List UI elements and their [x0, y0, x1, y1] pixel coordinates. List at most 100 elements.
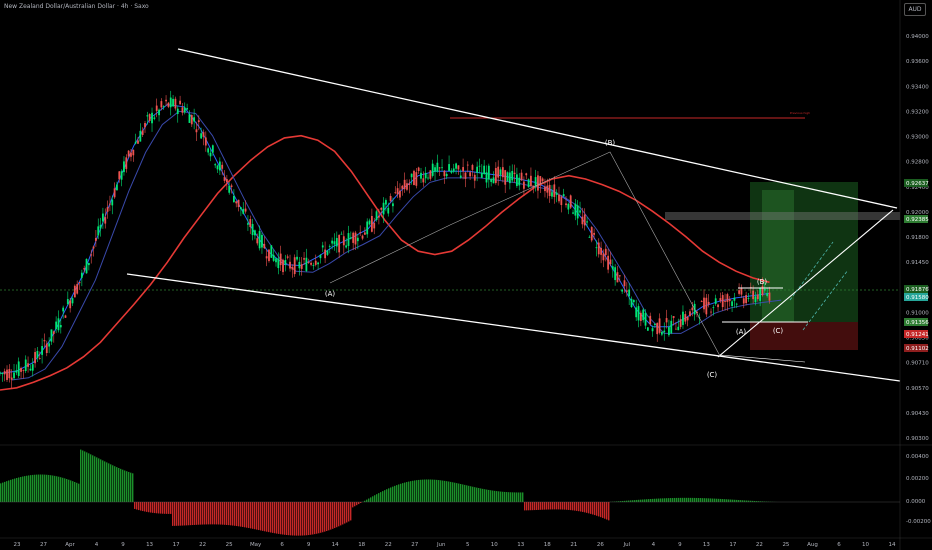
candle-body [50, 329, 53, 342]
oscillator-bar [306, 502, 308, 536]
candle-body [225, 179, 228, 183]
oscillator-bar [92, 455, 94, 502]
candle-body [36, 350, 39, 359]
candle-body [382, 202, 385, 215]
oscillator-bar [460, 483, 462, 502]
candle-body [270, 245, 273, 258]
candle-body [597, 242, 600, 255]
candle-body [99, 224, 102, 229]
oscillator-bar [722, 499, 724, 502]
candle-body [427, 177, 429, 179]
price-tick-label: 0.92000 [906, 210, 929, 216]
price-tick-label: 0.93600 [906, 59, 929, 65]
candle-body [406, 183, 408, 190]
oscillator-bar [432, 479, 434, 502]
oscillator-bar [662, 498, 664, 502]
oscillator-bar [736, 499, 738, 502]
oscillator-bar [586, 502, 588, 513]
candle-body [134, 141, 137, 144]
candle-body [55, 321, 58, 329]
oscillator-bar [696, 497, 698, 502]
candle-body [118, 171, 121, 180]
oscillator-bar [394, 485, 396, 502]
candle-body [513, 172, 516, 174]
oscillator-bar [118, 467, 120, 502]
oscillator-bar [410, 481, 412, 502]
oscillator-bar [242, 502, 244, 527]
oscillator-bar [172, 502, 174, 526]
oscillator-bar [514, 492, 516, 502]
oscillator-bar [140, 502, 142, 511]
candle-body [366, 221, 369, 235]
oscillator-bar [568, 502, 570, 510]
candle-body [286, 256, 289, 258]
candle-body [347, 233, 350, 246]
candle-body [104, 217, 107, 224]
candle-body [714, 298, 717, 304]
oscillator-bar [686, 497, 688, 502]
oscillator-bar [348, 502, 350, 522]
oscillator-bar [494, 490, 496, 502]
time-tick-label: 26 [597, 542, 604, 548]
candle-body [158, 109, 160, 116]
candle-body [338, 235, 341, 253]
oscillator-bar [666, 498, 668, 502]
time-tick-label: 4 [95, 542, 99, 548]
candle-body [707, 301, 710, 305]
time-tick-label: 25 [226, 542, 233, 548]
oscillator-bar [204, 502, 206, 525]
oscillator-bar [556, 502, 558, 510]
oscillator-bar [214, 502, 216, 525]
oscillator-bar [382, 491, 384, 502]
oscillator-bar [564, 502, 566, 510]
price-chart[interactable]: Previous high (A) (B) (C) (A) (B) (C) 0.94000… [0, 0, 932, 550]
candle-body [76, 284, 79, 294]
oscillator-bar [708, 498, 710, 502]
oscillator-bar [582, 502, 584, 512]
oscillator-bar [664, 498, 666, 502]
oscillator-bar [124, 470, 126, 502]
candle-body [436, 162, 439, 172]
time-tick-label: 18 [358, 542, 365, 548]
candle-body [628, 289, 631, 297]
oscillator-bar [546, 502, 548, 510]
oscillator-bar [20, 476, 22, 502]
candle-body [520, 172, 523, 181]
currency-button[interactable]: AUD [904, 3, 926, 16]
candle-body [216, 165, 219, 170]
candle-body [298, 261, 301, 269]
price-tick-label: 0.91800 [906, 235, 929, 241]
candle-body [48, 343, 51, 347]
oscillator-bar [562, 502, 564, 510]
oscillator-bar [406, 482, 408, 502]
oscillator-bar [188, 502, 190, 526]
candle-body [361, 235, 364, 239]
candle-body [537, 175, 539, 191]
oscillator-bar [32, 474, 34, 502]
wave-label: (C) [773, 327, 784, 335]
wave-label: (B) [757, 278, 768, 286]
oscillator-bar [316, 502, 318, 534]
oscillator-bar [462, 484, 464, 502]
oscillator-bar [82, 450, 84, 502]
candle-body [431, 163, 434, 176]
oscillator-tick-label: 0.00400 [906, 454, 929, 460]
time-tick-label: 14 [332, 542, 339, 548]
oscillator-bar [480, 488, 482, 502]
candle-body [483, 165, 486, 175]
oscillator-bar [318, 502, 320, 534]
oscillator-bar [246, 502, 248, 528]
oscillator-bar [250, 502, 252, 529]
oscillator-bar [128, 471, 130, 502]
oscillator-bar [372, 496, 374, 502]
oscillator-bar [324, 502, 326, 532]
oscillator-bar [26, 475, 28, 502]
oscillator-bar [680, 497, 682, 502]
oscillator-bar [54, 475, 56, 502]
candle-body [352, 232, 355, 243]
candle-body [438, 167, 441, 169]
oscillator-bar [574, 502, 576, 511]
oscillator-bar [46, 474, 48, 502]
oscillator-bar [658, 498, 660, 502]
oscillator-bar [240, 502, 242, 527]
